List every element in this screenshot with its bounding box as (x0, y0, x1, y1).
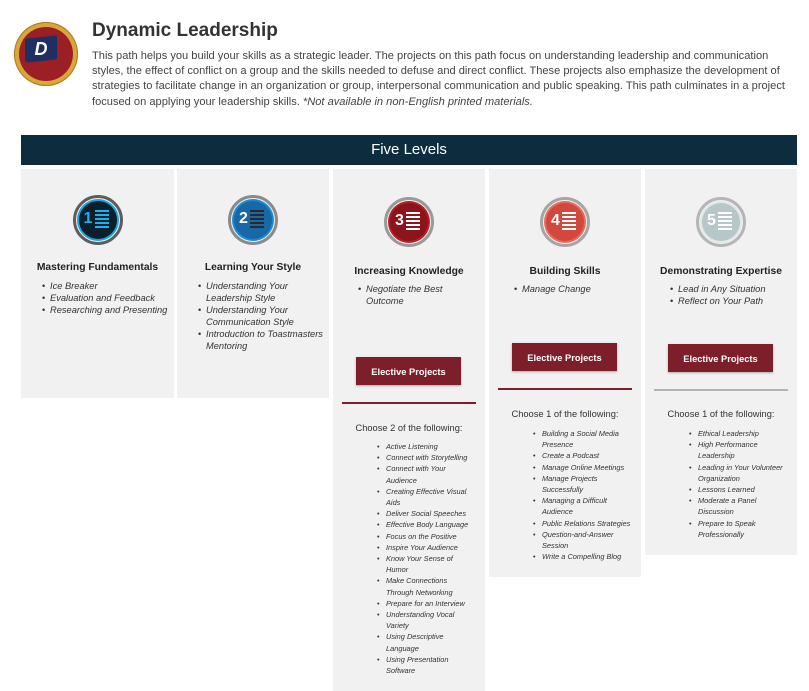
elective-item: Focus on the Positive (376, 531, 476, 542)
elective-item: High Performance Leadership (688, 439, 788, 461)
choose-instruction: Choose 1 of the following: (511, 409, 619, 419)
level-3-column: 3 Increasing Knowledge Negotiate the Bes… (333, 169, 485, 691)
level-3-icon: 3 (384, 197, 434, 247)
elective-item: Leading in Your Volunteer Organization (688, 462, 788, 484)
divider (498, 388, 632, 390)
elective-item: Using Presentation Software (376, 654, 476, 676)
level-1-title: Mastering Fundamentals (36, 262, 159, 273)
project-item: Reflect on Your Path (665, 295, 790, 307)
level-5-electives: Ethical Leadership High Performance Lead… (688, 428, 788, 540)
project-item: Manage Change (509, 283, 634, 295)
project-item: Introduction to Toastmasters Mentoring (193, 328, 328, 352)
level-1-column: 1 Mastering Fundamentals Ice Breaker Eva… (21, 169, 174, 398)
choose-instruction: Choose 2 of the following: (355, 423, 463, 433)
elective-item: Understanding Vocal Variety (376, 609, 476, 631)
elective-item: Know Your Sense of Humor (376, 553, 476, 575)
elective-projects-button-level-5[interactable]: Elective Projects (668, 344, 773, 372)
elective-item: Create a Podcast (532, 450, 632, 461)
level-2-icon: 2 (228, 195, 278, 245)
project-item: Understanding Your Communication Style (193, 304, 328, 328)
level-5-icon: 5 (696, 197, 746, 247)
project-item: Researching and Presenting (37, 304, 172, 316)
divider (342, 402, 476, 404)
level-3-electives: Active Listening Connect with Storytelli… (376, 441, 476, 676)
elective-item: Managing a Difficult Audience (532, 495, 632, 517)
level-4-column: 4 Building Skills Manage Change Elective… (489, 169, 641, 577)
availability-note: *Not available in non-English printed ma… (302, 95, 533, 108)
level-4-projects: Manage Change (509, 283, 634, 295)
level-2-column: 2 Learning Your Style Understanding Your… (177, 169, 329, 398)
elective-item: Active Listening (376, 441, 476, 452)
level-1-icon: 1 (72, 195, 123, 245)
elective-item: Connect with Storytelling (376, 452, 476, 463)
level-5-title: Demonstrating Expertise (660, 266, 782, 277)
level-3-projects: Negotiate the Best Outcome (353, 283, 478, 307)
elective-item: Prepare to Speak Professionally (688, 518, 788, 540)
project-item: Ice Breaker (37, 280, 172, 292)
level-2-title: Learning Your Style (204, 262, 302, 273)
level-1-projects: Ice Breaker Evaluation and Feedback Rese… (37, 280, 172, 316)
elective-item: Deliver Social Speeches (376, 508, 476, 519)
elective-projects-button-level-3[interactable]: Elective Projects (356, 357, 461, 385)
elective-item: Creating Effective Visual Aids (376, 486, 476, 508)
divider (654, 389, 788, 391)
dynamic-leadership-logo-icon: D (14, 22, 78, 86)
level-3-title: Increasing Knowledge (354, 266, 464, 277)
level-2-projects: Understanding Your Leadership Style Unde… (193, 280, 328, 352)
elective-item: Manage Online Meetings (532, 462, 632, 473)
elective-item: Using Descriptive Language (376, 631, 476, 653)
project-item: Negotiate the Best Outcome (353, 283, 478, 307)
level-4-electives: Building a Social Media Presence Create … (532, 428, 632, 563)
project-item: Understanding Your Leadership Style (193, 280, 328, 304)
elective-item: Effective Body Language (376, 519, 476, 530)
level-4-icon: 4 (540, 197, 590, 247)
elective-item: Lessons Learned (688, 484, 788, 495)
elective-item: Inspire Your Audience (376, 542, 476, 553)
elective-item: Write a Compelling Blog (532, 551, 632, 562)
page-title: Dynamic Leadership (92, 20, 278, 41)
path-description: This path helps you build your skills as… (92, 49, 802, 110)
level-5-column: 5 Demonstrating Expertise Lead in Any Si… (645, 169, 797, 555)
elective-item: Ethical Leadership (688, 428, 788, 439)
elective-item: Public Relations Strategies (532, 518, 632, 529)
elective-projects-button-level-4[interactable]: Elective Projects (512, 343, 617, 371)
project-item: Lead in Any Situation (665, 283, 790, 295)
elective-item: Question-and-Answer Session (532, 529, 632, 551)
level-4-title: Building Skills (529, 266, 601, 277)
choose-instruction: Choose 1 of the following: (667, 409, 775, 419)
project-item: Evaluation and Feedback (37, 292, 172, 304)
elective-item: Moderate a Panel Discussion (688, 495, 788, 517)
level-5-projects: Lead in Any Situation Reflect on Your Pa… (665, 283, 790, 307)
elective-item: Manage Projects Successfully (532, 473, 632, 495)
elective-item: Building a Social Media Presence (532, 428, 632, 450)
elective-item: Prepare for an Interview (376, 598, 476, 609)
elective-item: Make Connections Through Networking (376, 575, 476, 597)
elective-item: Connect with Your Audience (376, 463, 476, 485)
five-levels-banner: Five Levels (21, 135, 797, 165)
